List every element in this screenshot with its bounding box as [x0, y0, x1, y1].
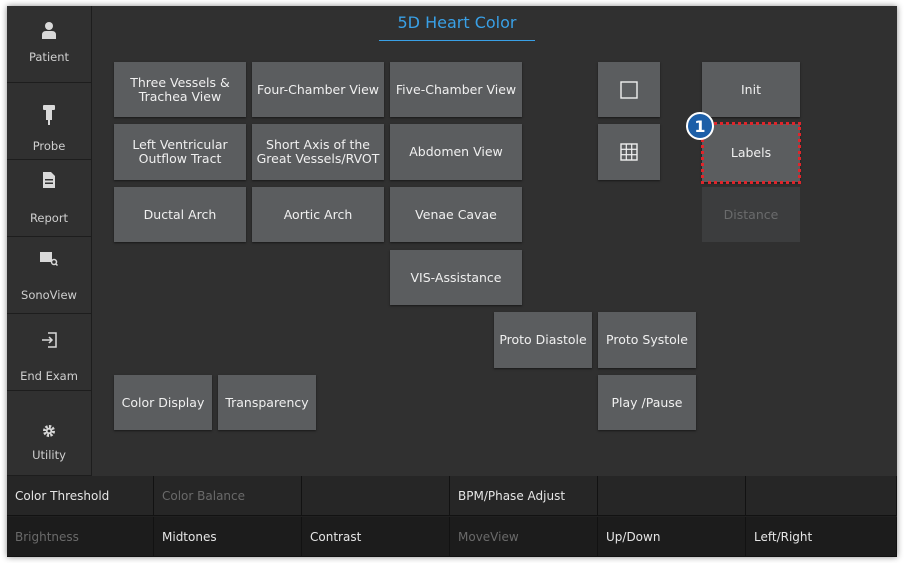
four-chamber-view-button[interactable]: Four-Chamber View: [252, 62, 384, 117]
sonoview-icon: [7, 249, 91, 269]
sidebar-item-report[interactable]: Report: [7, 160, 92, 237]
sidebar-item-label: Probe: [32, 139, 66, 153]
venae-cavae-button[interactable]: Venae Cavae: [390, 187, 522, 242]
sidebar: Patient Probe Report SonoView End Exam U…: [7, 6, 93, 476]
distance-button[interactable]: Distance: [702, 187, 800, 242]
contrast-key[interactable]: Contrast: [302, 517, 450, 557]
three-vessels-trachea-view-button[interactable]: Three Vessels & Trachea View: [114, 62, 246, 117]
sidebar-item-probe[interactable]: Probe: [7, 83, 92, 160]
sidebar-item-utility[interactable]: Utility: [7, 391, 92, 476]
labels-button[interactable]: Labels: [702, 124, 800, 182]
single-view-icon: [620, 80, 638, 99]
exit-icon: [7, 330, 91, 350]
abdomen-view-button[interactable]: Abdomen View: [390, 124, 522, 180]
aortic-arch-button[interactable]: Aortic Arch: [252, 187, 384, 242]
left-right-key[interactable]: Left/Right: [746, 517, 897, 557]
color-balance-key[interactable]: Color Balance: [154, 476, 302, 516]
color-display-button[interactable]: Color Display: [114, 375, 212, 430]
brightness-key[interactable]: Brightness: [7, 517, 154, 557]
sidebar-item-label: Report: [29, 211, 69, 225]
sidebar-item-label: End Exam: [20, 369, 78, 383]
proto-diastole-button[interactable]: Proto Diastole: [494, 312, 592, 368]
empty-key: [598, 476, 746, 516]
grid-view-icon: [620, 143, 638, 161]
five-chamber-view-button[interactable]: Five-Chamber View: [390, 62, 522, 117]
empty-key: [746, 476, 897, 516]
ductal-arch-button[interactable]: Ductal Arch: [114, 187, 246, 242]
sidebar-item-label: SonoView: [21, 288, 77, 302]
step-marker: 1: [686, 112, 714, 140]
moveview-key[interactable]: MoveView: [450, 517, 598, 557]
ultrasound-touch-panel: Patient Probe Report SonoView End Exam U…: [7, 6, 897, 557]
midtones-key[interactable]: Midtones: [154, 517, 302, 557]
empty-key: [302, 476, 450, 516]
grid-layout-button[interactable]: [598, 124, 660, 180]
init-button[interactable]: Init: [702, 62, 800, 117]
sidebar-item-end-exam[interactable]: End Exam: [7, 314, 92, 391]
proto-systole-button[interactable]: Proto Systole: [598, 312, 696, 368]
color-threshold-key[interactable]: Color Threshold: [7, 476, 154, 516]
gear-icon: [7, 421, 91, 441]
left-ventricular-outflow-tract-button[interactable]: Left Ventricular Outflow Tract: [114, 124, 246, 180]
document-icon: [7, 170, 91, 190]
sidebar-item-patient[interactable]: Patient: [7, 6, 92, 83]
person-icon: [7, 20, 91, 40]
play-pause-button[interactable]: Play /Pause: [598, 375, 696, 430]
single-layout-button[interactable]: [598, 62, 660, 117]
sidebar-item-label: Patient: [28, 50, 70, 64]
title-underline: [379, 40, 535, 41]
short-axis-great-vessels-button[interactable]: Short Axis of the Great Vessels/RVOT: [252, 124, 384, 180]
probe-icon: [7, 105, 91, 125]
page-title: 5D Heart Color: [397, 13, 517, 32]
up-down-key[interactable]: Up/Down: [598, 517, 746, 557]
transparency-button[interactable]: Transparency: [218, 375, 316, 430]
vis-assistance-button[interactable]: VIS-Assistance: [390, 250, 522, 305]
bpm-phase-adjust-key[interactable]: BPM/Phase Adjust: [450, 476, 598, 516]
sidebar-item-label: Utility: [32, 448, 66, 462]
soft-key-panel: Color Threshold Color Balance BPM/Phase …: [7, 476, 897, 557]
sidebar-item-sonoview[interactable]: SonoView: [7, 237, 92, 314]
